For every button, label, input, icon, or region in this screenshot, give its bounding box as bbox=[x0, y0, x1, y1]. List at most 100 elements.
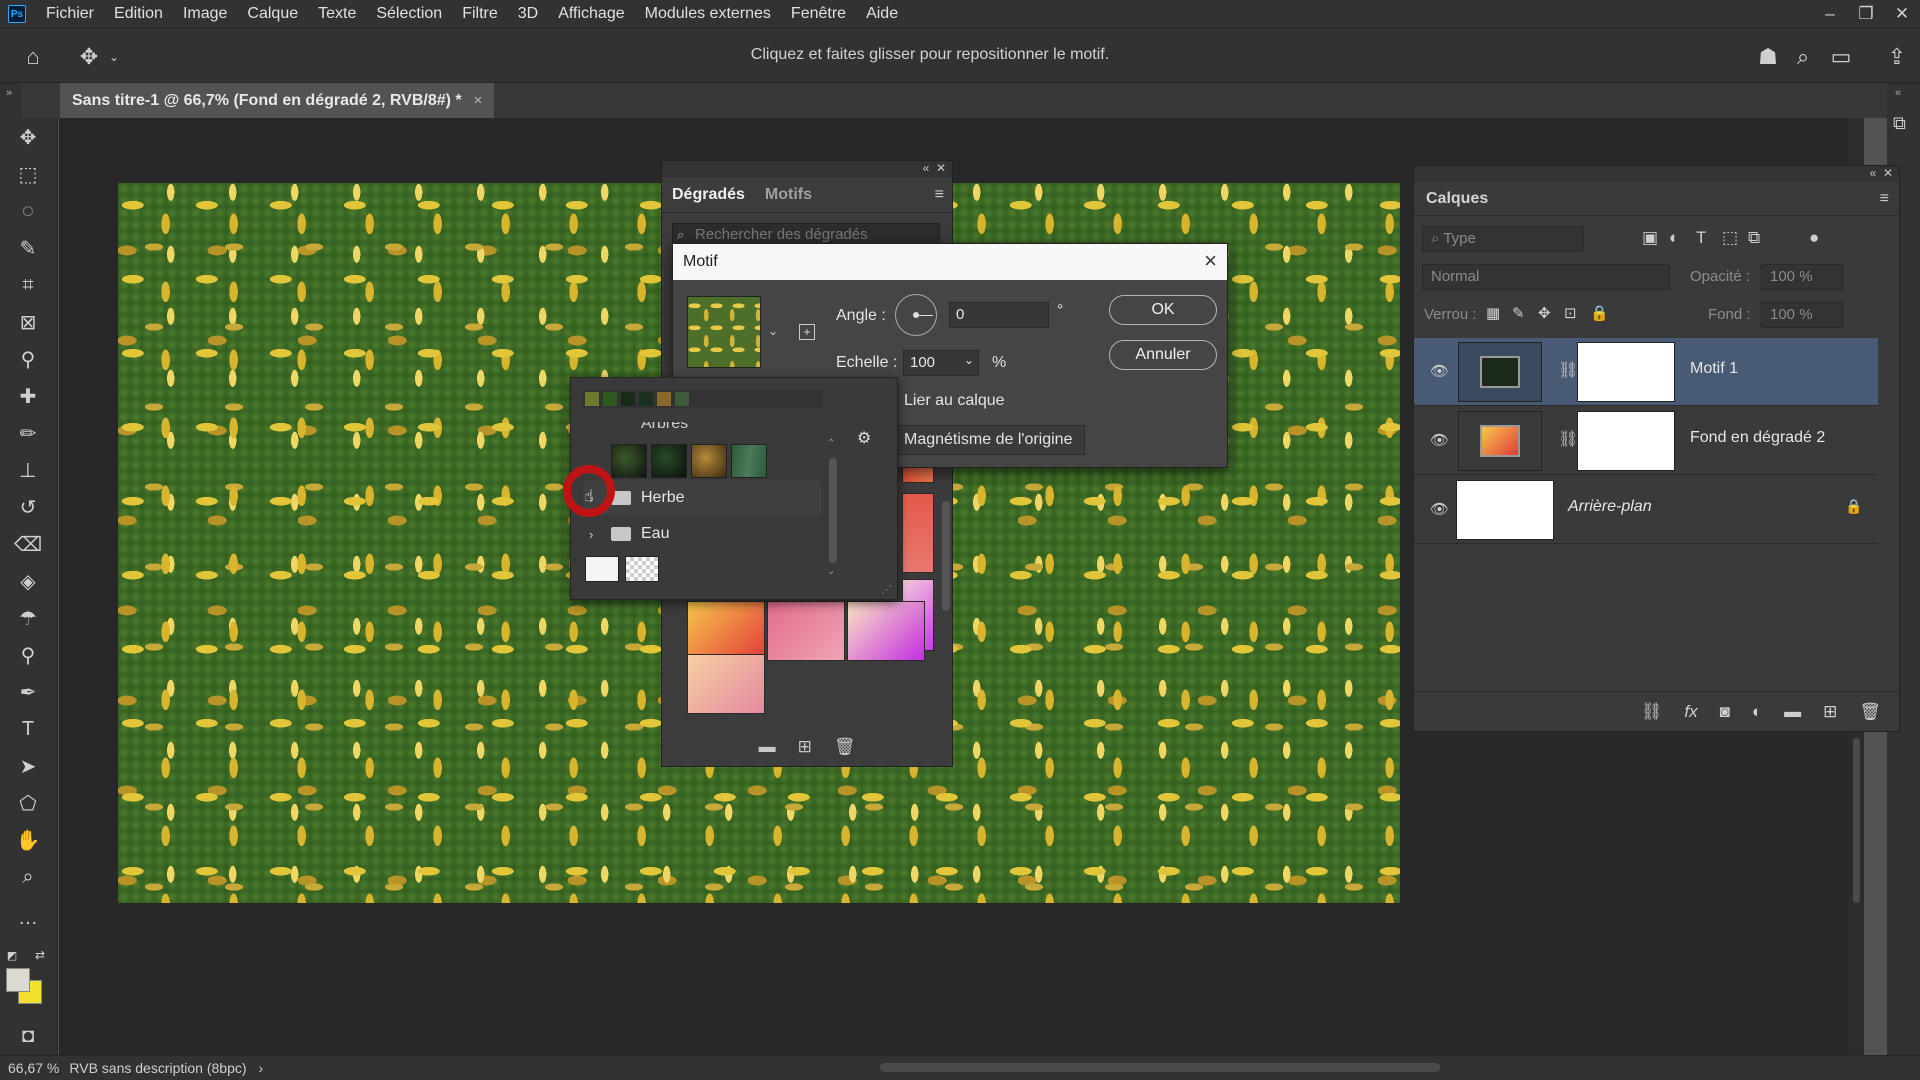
add-mask-icon[interactable]: ◙ bbox=[1720, 702, 1730, 722]
chevron-down-icon[interactable]: ⌄ bbox=[106, 42, 122, 72]
chevron-right-icon[interactable]: › bbox=[589, 527, 603, 542]
chevron-down-icon[interactable]: ⌄ bbox=[827, 566, 835, 577]
lasso-tool-icon[interactable]: ◌ bbox=[13, 196, 43, 226]
zoom-tool-icon[interactable]: ⌕ bbox=[13, 862, 43, 892]
close-window-button[interactable]: ✕ bbox=[1884, 0, 1920, 28]
shape-tool-icon[interactable]: ⬠ bbox=[13, 788, 43, 818]
adjustment-filter-icon[interactable]: ◐ bbox=[1669, 228, 1679, 248]
layer-row-arriere-plan[interactable]: 👁 Arrière-plan 🔒 bbox=[1414, 476, 1878, 544]
delete-icon[interactable]: 🗑 bbox=[834, 737, 856, 757]
pixel-filter-icon[interactable]: ▣ bbox=[1642, 228, 1658, 248]
move-tool-icon[interactable]: ✥ bbox=[13, 122, 43, 152]
menu-fichier[interactable]: Fichier bbox=[36, 0, 104, 28]
new-gradient-icon[interactable]: ⊞ bbox=[798, 737, 812, 757]
menu-edition[interactable]: Edition bbox=[104, 0, 173, 28]
marquee-tool-icon[interactable]: ⬚ bbox=[13, 159, 43, 189]
dodge-tool-icon[interactable]: ⚲ bbox=[13, 640, 43, 670]
recent-pattern-swatch[interactable] bbox=[603, 392, 617, 406]
type-filter-icon[interactable]: T bbox=[1696, 228, 1706, 248]
more-tools-icon[interactable]: … bbox=[13, 903, 43, 933]
close-tab-icon[interactable]: × bbox=[474, 92, 483, 109]
chevron-down-icon[interactable]: ⌄ bbox=[964, 353, 974, 367]
panel-menu-icon[interactable]: ≡ bbox=[935, 186, 944, 204]
layer-row-motif-1[interactable]: 👁 ⛓ Motif 1 bbox=[1414, 338, 1878, 406]
pattern-thumbnail[interactable] bbox=[611, 444, 647, 478]
recent-pattern-swatch[interactable] bbox=[657, 392, 671, 406]
eraser-tool-icon[interactable]: ⌫ bbox=[13, 529, 43, 559]
collapse-panel-icon[interactable]: « bbox=[1870, 166, 1877, 180]
pattern-thumbnail[interactable] bbox=[691, 444, 727, 478]
close-panel-icon[interactable]: ✕ bbox=[936, 161, 946, 175]
share-icon[interactable]: ⇪ bbox=[1882, 42, 1912, 72]
filter-toggle-icon[interactable]: ● bbox=[1809, 228, 1819, 248]
recent-pattern-swatch[interactable] bbox=[675, 392, 689, 406]
picker-scrollbar[interactable] bbox=[829, 458, 837, 563]
close-dialog-icon[interactable]: × bbox=[1204, 248, 1217, 274]
restore-button[interactable]: ❐ bbox=[1848, 0, 1884, 28]
opacity-input[interactable]: 100 % bbox=[1761, 264, 1843, 290]
layer-style-icon[interactable]: fx bbox=[1684, 702, 1697, 722]
link-icon[interactable]: ⛓ bbox=[1558, 429, 1578, 449]
lock-position-icon[interactable]: ✥ bbox=[1538, 304, 1551, 322]
folder-row-eau[interactable]: › Eau bbox=[583, 517, 821, 551]
color-swatches[interactable] bbox=[6, 968, 46, 1008]
layer-name[interactable]: Arrière-plan bbox=[1568, 498, 1652, 516]
chevron-down-icon[interactable]: ⌄ bbox=[768, 324, 778, 338]
workspace-icon[interactable]: ▭ bbox=[1826, 42, 1856, 72]
collapse-toolbar-icon[interactable]: » bbox=[0, 83, 22, 118]
layer-row-fond-en-degrade-2[interactable]: 👁 ⛓ Fond en dégradé 2 bbox=[1414, 407, 1878, 475]
menu-3d[interactable]: 3D bbox=[508, 0, 548, 28]
menu-affichage[interactable]: Affichage bbox=[548, 0, 634, 28]
document-tab[interactable]: Sans titre-1 @ 66,7% (Fond en dégradé 2,… bbox=[60, 83, 495, 118]
link-to-layer-label[interactable]: Lier au calque bbox=[904, 392, 1005, 410]
healing-brush-tool-icon[interactable]: ✚ bbox=[13, 381, 43, 411]
blend-mode-select[interactable]: Normal bbox=[1422, 264, 1670, 290]
pen-tool-icon[interactable]: ✒ bbox=[13, 677, 43, 707]
vertical-scroll-thumb[interactable] bbox=[1853, 738, 1860, 903]
pattern-thumbnail[interactable] bbox=[651, 444, 687, 478]
zoom-level[interactable]: 66,67 % bbox=[8, 1060, 59, 1076]
shape-filter-icon[interactable]: ⬚ bbox=[1722, 228, 1738, 248]
menu-filtre[interactable]: Filtre bbox=[452, 0, 508, 28]
path-selection-tool-icon[interactable]: ➤ bbox=[13, 751, 43, 781]
search-icon[interactable]: ⌕ bbox=[1788, 42, 1818, 72]
link-layers-icon[interactable]: ⛓ bbox=[1641, 702, 1663, 722]
new-group-icon[interactable]: ▬ bbox=[759, 737, 776, 757]
recent-pattern-swatch[interactable] bbox=[585, 392, 599, 406]
delete-layer-icon[interactable]: 🗑 bbox=[1859, 702, 1881, 722]
lock-all-icon[interactable]: 🔒 bbox=[1590, 304, 1609, 322]
tab-calques[interactable]: Calques bbox=[1426, 190, 1488, 208]
ok-button[interactable]: OK bbox=[1109, 295, 1217, 325]
lock-artboard-icon[interactable]: ⊡ bbox=[1564, 304, 1577, 322]
close-panel-icon[interactable]: ✕ bbox=[1883, 166, 1893, 180]
home-icon[interactable]: ⌂ bbox=[18, 42, 48, 72]
eye-icon[interactable]: 👁 bbox=[1430, 431, 1449, 449]
pattern-thumbnail-transparent[interactable] bbox=[625, 556, 659, 582]
chevron-up-icon[interactable]: ⌃ bbox=[827, 438, 835, 449]
resize-handle-icon[interactable]: ⋰ bbox=[881, 583, 892, 596]
paint-bucket-tool-icon[interactable]: ◈ bbox=[13, 566, 43, 596]
folder-row-herbe[interactable]: › Herbe bbox=[583, 481, 821, 515]
collapse-panel-icon[interactable]: « bbox=[923, 161, 930, 175]
stamp-tool-icon[interactable]: ⊥ bbox=[13, 455, 43, 485]
blur-tool-icon[interactable]: ☂ bbox=[13, 603, 43, 633]
cancel-button[interactable]: Annuler bbox=[1109, 340, 1217, 370]
horizontal-scroll-thumb[interactable] bbox=[880, 1063, 1440, 1072]
gradient-swatch[interactable] bbox=[767, 601, 845, 661]
smart-object-filter-icon[interactable]: ⧉ bbox=[1748, 228, 1760, 248]
gradient-swatch[interactable] bbox=[687, 601, 765, 661]
adjustment-layer-icon[interactable]: ◐ bbox=[1752, 702, 1762, 722]
move-tool-icon[interactable]: ✥ bbox=[74, 42, 104, 72]
type-tool-icon[interactable]: T bbox=[13, 714, 43, 744]
layer-filter-select[interactable]: ⌕ Type bbox=[1422, 226, 1584, 252]
angle-input[interactable]: 0 bbox=[949, 302, 1049, 328]
default-colors-icon[interactable]: ◩ bbox=[2, 940, 22, 970]
angle-wheel[interactable] bbox=[895, 294, 937, 336]
brush-tool-icon[interactable]: ✏ bbox=[13, 418, 43, 448]
new-group-icon[interactable]: ▬ bbox=[1784, 702, 1801, 722]
foreground-color-swatch[interactable] bbox=[6, 968, 30, 992]
history-brush-tool-icon[interactable]: ↺ bbox=[13, 492, 43, 522]
menu-fenetre[interactable]: Fenêtre bbox=[781, 0, 856, 28]
scale-input[interactable]: 100 ⌄ bbox=[903, 350, 979, 376]
menu-texte[interactable]: Texte bbox=[308, 0, 366, 28]
